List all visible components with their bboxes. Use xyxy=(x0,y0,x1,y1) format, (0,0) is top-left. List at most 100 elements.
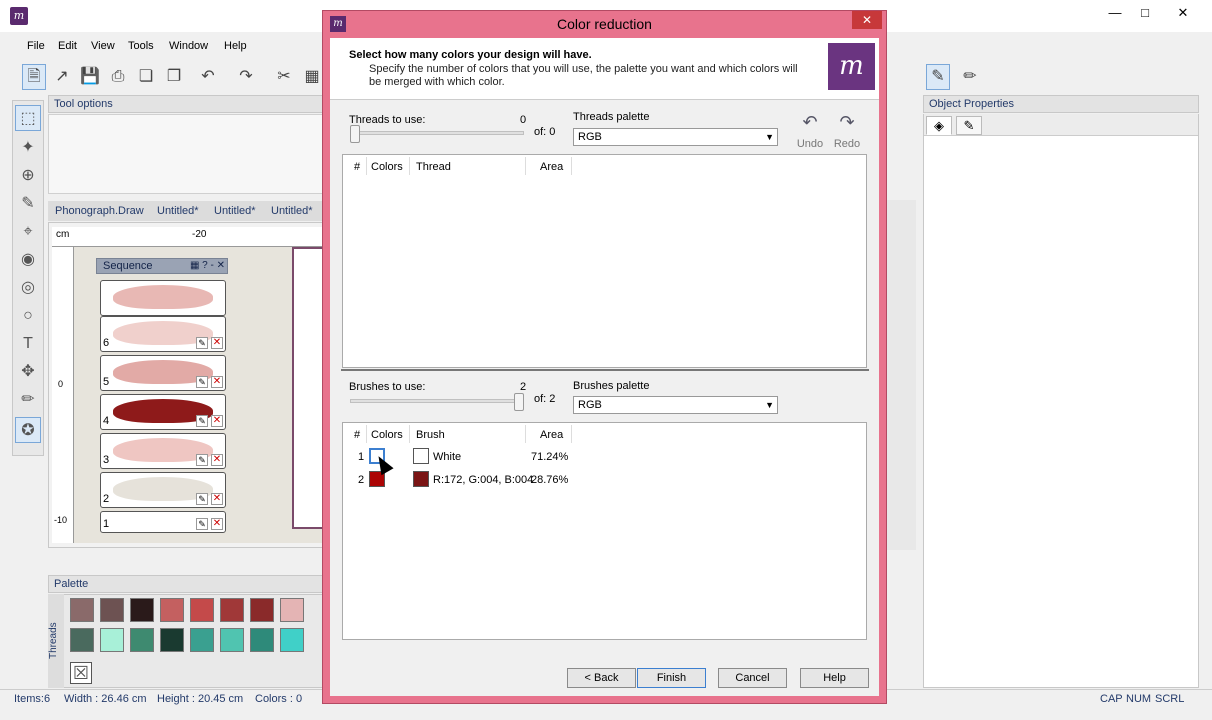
palette-swatch[interactable] xyxy=(160,628,184,652)
palette-swatch[interactable] xyxy=(160,598,184,622)
col-header-thread[interactable]: Thread xyxy=(416,161,451,173)
threads-slider-thumb[interactable] xyxy=(350,125,360,143)
sequence-item[interactable]: 6 ✎ ✕ xyxy=(100,316,226,352)
no-color-icon[interactable]: ☒ xyxy=(70,662,92,684)
palette-swatch[interactable] xyxy=(190,628,214,652)
node-tool-icon[interactable]: ✦ xyxy=(15,135,41,161)
pencil-icon[interactable]: ✎ xyxy=(956,116,982,135)
col-header-area[interactable]: Area xyxy=(540,161,563,173)
horizontal-scrollbar[interactable] xyxy=(52,548,324,562)
edit-icon[interactable]: ✎ xyxy=(196,337,208,349)
dialog-close-button[interactable]: ✕ xyxy=(852,11,882,29)
palette-swatch[interactable] xyxy=(100,598,124,622)
col-header-colors[interactable]: Colors xyxy=(371,429,403,441)
edit-icon[interactable]: ✎ xyxy=(196,415,208,427)
palette-swatch[interactable] xyxy=(250,628,274,652)
minimize-button[interactable]: — xyxy=(1100,4,1130,22)
brushes-slider-thumb[interactable] xyxy=(514,393,524,411)
redo-icon[interactable]: ↷ xyxy=(234,64,258,90)
menu-window[interactable]: Window xyxy=(169,40,208,52)
transform-tool-icon[interactable]: ✥ xyxy=(15,359,41,385)
col-header-area[interactable]: Area xyxy=(540,429,563,441)
threads-palette-select[interactable]: RGB ▼ xyxy=(573,128,778,146)
tab-untitled-2[interactable]: Untitled* xyxy=(214,205,256,217)
new-icon[interactable]: 🗎 xyxy=(22,64,46,90)
crop-tool-icon[interactable]: ⌖ xyxy=(15,219,41,245)
zoom-tool-icon[interactable]: ⊕ xyxy=(15,163,41,189)
brushes-slider-track[interactable] xyxy=(350,399,524,403)
palette-swatch[interactable] xyxy=(70,628,94,652)
threads-table[interactable]: # Colors Thread Area xyxy=(342,154,867,368)
palette-swatch[interactable] xyxy=(130,598,154,622)
sequence-item[interactable]: 2 ✎ ✕ xyxy=(100,472,226,508)
menu-file[interactable]: File xyxy=(27,40,45,52)
sequence-item[interactable]: 4 ✎ ✕ xyxy=(100,394,226,430)
delete-icon[interactable]: ✕ xyxy=(211,518,223,530)
copy-icon[interactable]: ❏ xyxy=(134,64,158,90)
design-frame[interactable] xyxy=(292,247,322,529)
col-header-num[interactable]: # xyxy=(354,161,360,173)
delete-icon[interactable]: ✕ xyxy=(211,493,223,505)
palette-swatch[interactable] xyxy=(220,628,244,652)
brushes-palette-select[interactable]: RGB ▼ xyxy=(573,396,778,414)
palette-swatch[interactable] xyxy=(130,628,154,652)
open-icon[interactable]: ↗ xyxy=(50,64,74,90)
cancel-button[interactable]: Cancel xyxy=(718,668,787,688)
ellipse-tool-icon[interactable]: ○ xyxy=(15,303,41,329)
measure-tool-icon[interactable]: ✎ xyxy=(15,191,41,217)
col-header-num[interactable]: # xyxy=(354,429,360,441)
menu-edit[interactable]: Edit xyxy=(58,40,77,52)
sequence-item[interactable]: 3 ✎ ✕ xyxy=(100,433,226,469)
sequence-item[interactable]: 5 ✎ ✕ xyxy=(100,355,226,391)
sequence-controls-icon[interactable]: ▦ ? - ✕ xyxy=(190,259,225,273)
redo-label[interactable]: Redo xyxy=(832,138,862,150)
magic-tool-icon[interactable]: ✪ xyxy=(15,417,41,443)
maximize-button[interactable]: □ xyxy=(1130,4,1160,22)
menu-help[interactable]: Help xyxy=(224,40,247,52)
grid-icon[interactable]: ▦ xyxy=(300,64,324,90)
target-tool-icon[interactable]: ◎ xyxy=(15,275,41,301)
menu-view[interactable]: View xyxy=(91,40,115,52)
canvas-vertical-scrollbar[interactable] xyxy=(886,200,916,550)
edit-icon[interactable]: ✎ xyxy=(196,493,208,505)
delete-icon[interactable]: ✕ xyxy=(211,337,223,349)
save-icon[interactable]: 💾 xyxy=(78,64,102,90)
delete-icon[interactable]: ✕ xyxy=(211,376,223,388)
threads-tab[interactable]: Threads xyxy=(48,594,64,688)
back-button[interactable]: < Back xyxy=(567,668,636,688)
tab-untitled-1[interactable]: Untitled* xyxy=(157,205,199,217)
sequence-item[interactable] xyxy=(100,280,226,316)
paste-icon[interactable]: ❐ xyxy=(162,64,186,90)
col-header-brush[interactable]: Brush xyxy=(416,429,445,441)
help-button[interactable]: Help xyxy=(800,668,869,688)
undo-icon[interactable]: ↶ xyxy=(795,112,825,133)
fill-tool-icon[interactable]: ◉ xyxy=(15,247,41,273)
undo-icon[interactable]: ↶ xyxy=(196,64,220,90)
select-tool-icon[interactable]: ⬚ xyxy=(15,105,41,131)
sequence-item[interactable]: 1 ✎ ✕ xyxy=(100,511,226,533)
palette-swatch[interactable] xyxy=(100,628,124,652)
edit-icon[interactable]: ✎ xyxy=(196,518,208,530)
palette-swatch[interactable] xyxy=(280,628,304,652)
brush-row-brush-swatch[interactable] xyxy=(413,471,429,487)
tab-phonograph[interactable]: Phonograph.Draw xyxy=(55,205,144,217)
delete-icon[interactable]: ✕ xyxy=(211,415,223,427)
close-button[interactable]: ✕ xyxy=(1168,4,1198,22)
palette-swatch[interactable] xyxy=(190,598,214,622)
brush-row-brush-swatch[interactable] xyxy=(413,448,429,464)
menu-tools[interactable]: Tools xyxy=(128,40,154,52)
brush-icon[interactable]: ✎ xyxy=(926,64,950,90)
undo-label[interactable]: Undo xyxy=(795,138,825,150)
palette-swatch[interactable] xyxy=(220,598,244,622)
redo-icon[interactable]: ↷ xyxy=(832,112,862,133)
edit-icon[interactable]: ✎ xyxy=(196,454,208,466)
delete-icon[interactable]: ✕ xyxy=(211,454,223,466)
palette-swatch[interactable] xyxy=(280,598,304,622)
pen-tool-icon[interactable]: ✏ xyxy=(15,387,41,413)
text-tool-icon[interactable]: T xyxy=(15,331,41,357)
palette-swatch[interactable] xyxy=(70,598,94,622)
col-header-colors[interactable]: Colors xyxy=(371,161,403,173)
print-icon[interactable]: ⎙ xyxy=(106,64,130,90)
fill-icon[interactable]: ◈ xyxy=(926,116,952,135)
tab-untitled-3[interactable]: Untitled* xyxy=(271,205,313,217)
